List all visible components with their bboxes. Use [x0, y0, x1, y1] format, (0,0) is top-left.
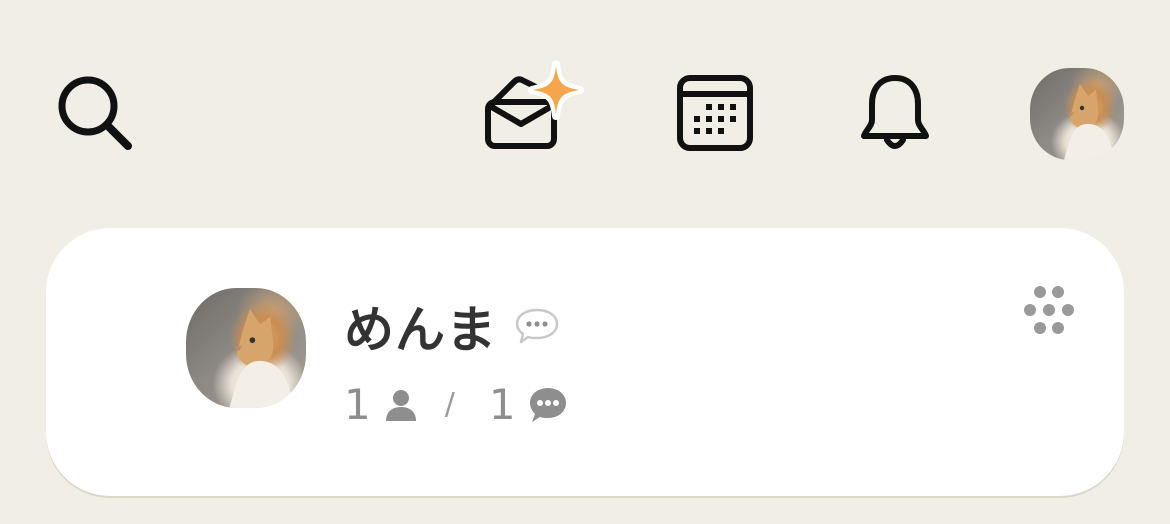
- mail-sparkle-icon: [485, 60, 584, 149]
- mail-sparkle-button[interactable]: [478, 60, 588, 156]
- bell-icon: [861, 75, 929, 149]
- calendar-icon: [677, 75, 753, 151]
- channel-card[interactable]: めんま 1 / 1: [46, 228, 1124, 496]
- channel-title: めんま: [344, 301, 497, 359]
- member-count: 1: [344, 380, 371, 429]
- channel-avatar: [186, 288, 306, 408]
- channel-stats: 1 / 1: [344, 380, 568, 429]
- notifications-button[interactable]: [852, 70, 938, 156]
- sparkle-star: [533, 66, 579, 114]
- top-navigation-bar: [0, 0, 1170, 200]
- calendar-button[interactable]: [670, 70, 760, 156]
- profile-avatar: [1030, 68, 1124, 160]
- comment-icon: [529, 387, 566, 422]
- more-options-button[interactable]: [1022, 284, 1078, 336]
- dots-cluster-icon: [1024, 286, 1074, 334]
- search-icon: [58, 76, 132, 150]
- channel-title-row: めんま: [344, 290, 561, 362]
- comment-count: 1: [488, 380, 516, 429]
- search-button[interactable]: [54, 72, 138, 156]
- stats-separator: /: [444, 387, 455, 422]
- profile-avatar-button[interactable]: [1030, 68, 1124, 160]
- speech-bubble-icon: [515, 308, 559, 344]
- person-icon: [385, 389, 416, 421]
